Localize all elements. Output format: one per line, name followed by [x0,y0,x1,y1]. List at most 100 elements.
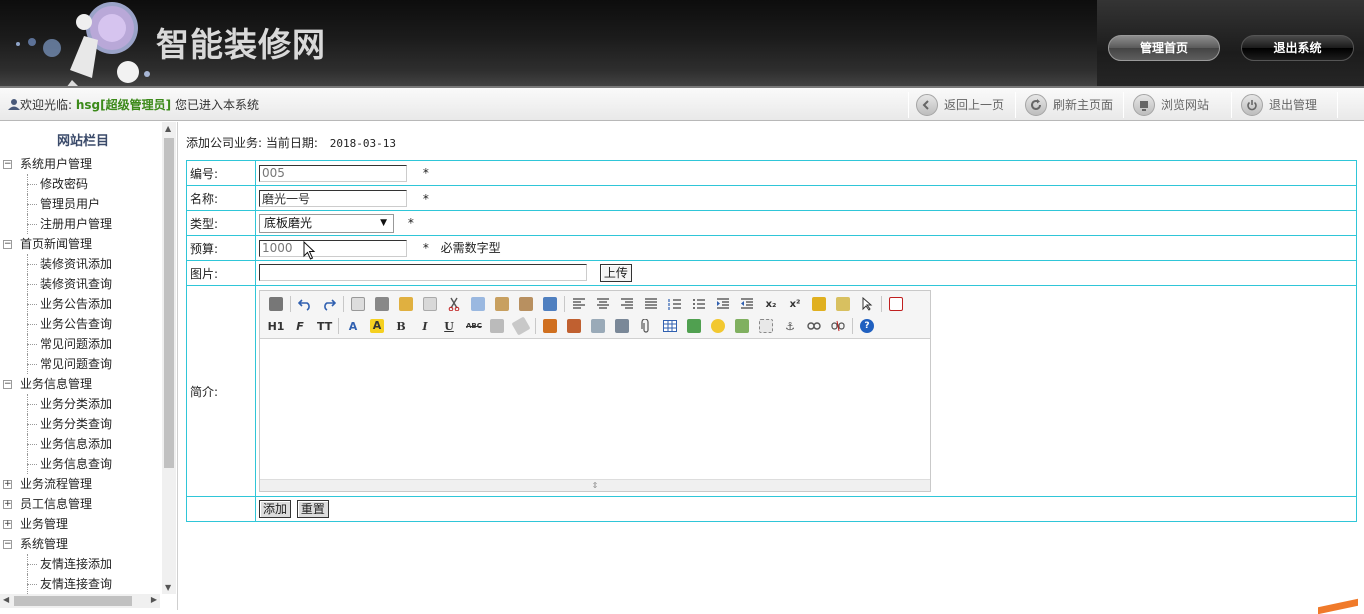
nav-group-system-users[interactable]: − 系统用户管理 [0,154,160,174]
nav-item-faq-add[interactable]: 常见问题添加 [0,334,160,354]
map-icon[interactable] [730,316,754,336]
subscript-icon[interactable]: x₂ [759,294,783,314]
nav-group-employee-info[interactable]: + 员工信息管理 [0,494,160,514]
link-icon[interactable] [802,316,826,336]
collapse-icon[interactable]: − [3,240,12,249]
nav-item-notice-add[interactable]: 业务公告添加 [0,294,160,314]
superscript-icon[interactable]: x² [783,294,807,314]
nav-item-admin-users[interactable]: 管理员用户 [0,194,160,214]
heading-icon[interactable]: H1 [264,316,288,336]
refresh-button[interactable]: 刷新主页面 [1019,91,1113,118]
collapse-icon[interactable]: − [3,540,12,549]
pointer-icon[interactable] [855,294,879,314]
nav-item-news-add[interactable]: 装修资讯添加 [0,254,160,274]
media-icon[interactable] [610,316,634,336]
type-select[interactable]: 底板磨光 ▼ [259,213,394,233]
nav-item-category-query[interactable]: 业务分类查询 [0,414,160,434]
ordered-list-icon[interactable] [663,294,687,314]
font-color-icon[interactable]: A [341,316,365,336]
name-input[interactable] [259,189,407,207]
align-right-icon[interactable] [615,294,639,314]
upload-button[interactable]: 上传 [599,264,632,282]
italic-icon[interactable]: I [413,316,437,336]
code-icon[interactable] [418,294,442,314]
anchor-icon[interactable]: ⚓ [778,316,802,336]
font-family-icon[interactable]: F [288,316,312,336]
eraser-icon[interactable] [509,316,533,336]
paste-text-icon[interactable] [514,294,538,314]
horizontal-rule-icon[interactable] [682,316,706,336]
source-icon[interactable] [264,294,288,314]
align-center-icon[interactable] [591,294,615,314]
collapse-icon[interactable]: − [3,160,12,169]
logout-button[interactable]: 退出管理 [1235,91,1317,118]
scroll-left-icon[interactable]: ◀ [3,595,9,604]
sidebar-horizontal-scrollbar[interactable]: ◀ ▶ [0,594,160,608]
paste-icon[interactable] [490,294,514,314]
help-icon[interactable]: ? [855,316,879,336]
page-break-icon[interactable] [754,316,778,336]
line-height-icon[interactable] [485,316,509,336]
back-button[interactable]: 返回上一页 [910,91,1004,118]
select-all-icon[interactable] [831,294,855,314]
expand-icon[interactable]: + [3,520,12,529]
nav-item-link-query[interactable]: 友情连接查询 [0,574,160,594]
template-icon[interactable] [394,294,418,314]
cut-icon[interactable] [442,294,466,314]
nav-item-news-query[interactable]: 装修资讯查询 [0,274,160,294]
nav-group-business-process[interactable]: + 业务流程管理 [0,474,160,494]
nav-item-category-add[interactable]: 业务分类添加 [0,394,160,414]
copy-icon[interactable] [466,294,490,314]
scroll-up-icon[interactable]: ▲ [165,124,171,133]
clear-format-icon[interactable] [807,294,831,314]
scroll-thumb[interactable] [14,596,132,606]
editor-content-area[interactable] [260,339,930,477]
nav-item-faq-query[interactable]: 常见问题查询 [0,354,160,374]
nav-item-notice-query[interactable]: 业务公告查询 [0,314,160,334]
admin-home-button[interactable]: 管理首页 [1108,35,1220,61]
scroll-down-icon[interactable]: ▼ [165,583,171,592]
undo-icon[interactable] [293,294,317,314]
nav-item-link-add[interactable]: 友情连接添加 [0,554,160,574]
sidebar-vertical-scrollbar[interactable]: ▲ ▼ [162,122,176,594]
number-input[interactable] [259,164,407,182]
nav-group-system-mgmt[interactable]: − 系统管理 [0,534,160,554]
fullscreen-icon[interactable] [884,294,908,314]
nav-item-change-password[interactable]: 修改密码 [0,174,160,194]
justify-icon[interactable] [639,294,663,314]
highlight-icon[interactable]: A [365,316,389,336]
image-path-input[interactable] [259,264,587,281]
align-left-icon[interactable] [567,294,591,314]
flash-icon[interactable] [586,316,610,336]
paste-word-icon[interactable] [538,294,562,314]
emoticon-icon[interactable] [706,316,730,336]
outdent-icon[interactable] [735,294,759,314]
redo-icon[interactable] [317,294,341,314]
preview-icon[interactable] [346,294,370,314]
nav-group-business-mgmt[interactable]: + 业务管理 [0,514,160,534]
expand-icon[interactable]: + [3,480,12,489]
nav-group-homepage-news[interactable]: − 首页新闻管理 [0,234,160,254]
editor-resize-bar[interactable]: ⇕ [260,479,930,491]
nav-item-business-query[interactable]: 业务信息查询 [0,454,160,474]
collapse-icon[interactable]: − [3,380,12,389]
exit-system-button[interactable]: 退出系统 [1241,35,1354,61]
budget-input[interactable] [259,239,407,257]
nav-item-business-add[interactable]: 业务信息添加 [0,434,160,454]
scroll-thumb[interactable] [164,138,174,468]
unordered-list-icon[interactable] [687,294,711,314]
nav-item-registered-users[interactable]: 注册用户管理 [0,214,160,234]
reset-button[interactable]: 重置 [296,500,329,518]
browse-site-button[interactable]: 浏览网站 [1127,91,1209,118]
unlink-icon[interactable] [826,316,850,336]
image-icon[interactable] [538,316,562,336]
attachment-icon[interactable] [634,316,658,336]
font-size-icon[interactable]: TT [312,316,336,336]
submit-button[interactable]: 添加 [259,500,292,518]
nav-group-business-info[interactable]: − 业务信息管理 [0,374,160,394]
strikethrough-icon[interactable]: ABC [461,316,485,336]
table-icon[interactable] [658,316,682,336]
indent-icon[interactable] [711,294,735,314]
scroll-right-icon[interactable]: ▶ [151,595,157,604]
dropdown-arrow-icon[interactable]: ▼ [380,215,387,232]
